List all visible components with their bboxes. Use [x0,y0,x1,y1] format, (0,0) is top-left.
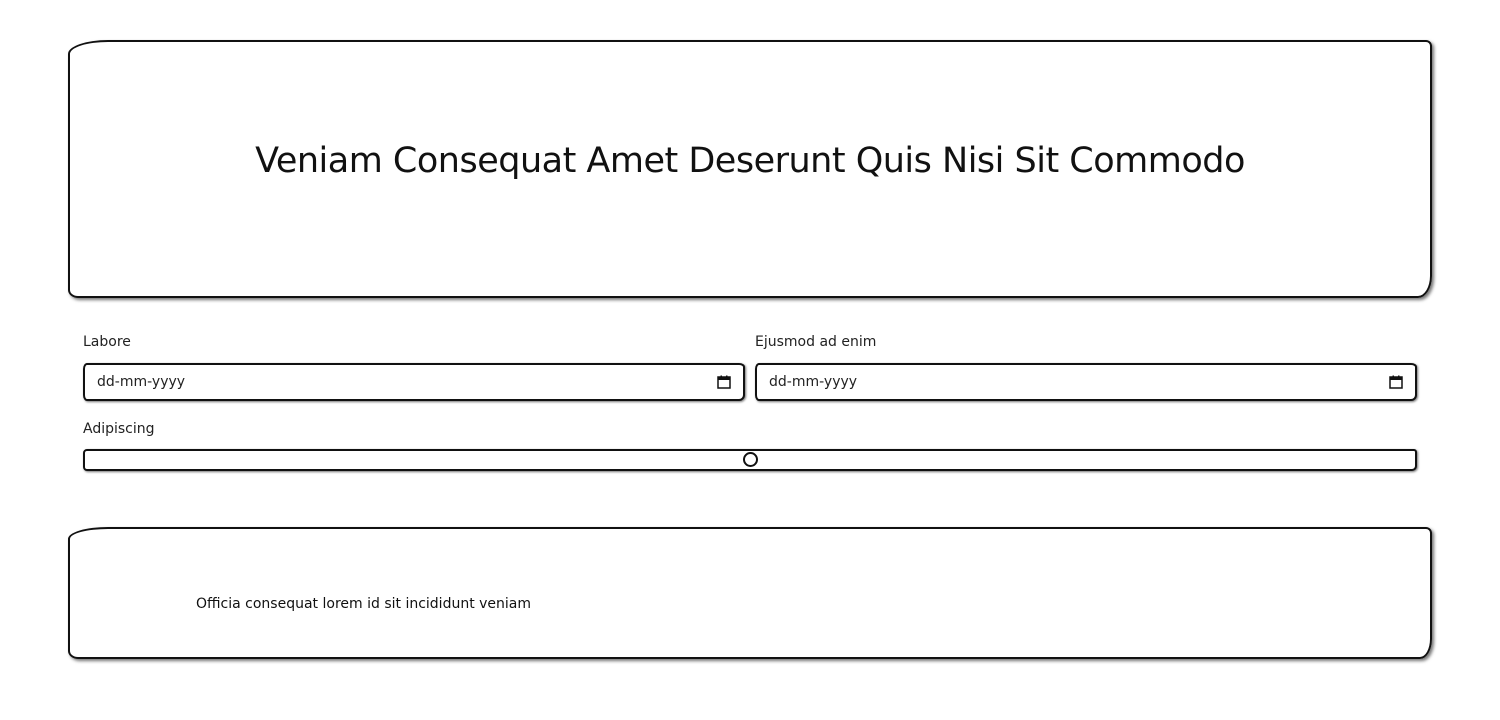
labore-date-input[interactable]: dd-mm-yyyy [83,363,745,401]
calendar-icon[interactable] [717,375,731,389]
note-card: Officia consequat lorem id sit incididun… [68,527,1432,659]
ejusmod-date-placeholder: dd-mm-yyyy [769,374,858,390]
page: Veniam Consequat Amet Deserunt Quis Nisi… [0,0,1500,720]
note-text: Officia consequat lorem id sit incididun… [196,596,532,612]
adipiscing-label: Adipiscing [83,421,155,437]
labore-date-placeholder: dd-mm-yyyy [97,374,186,390]
ejusmod-date-input[interactable]: dd-mm-yyyy [755,363,1417,401]
range-thumb[interactable] [743,452,758,467]
hero-card: Veniam Consequat Amet Deserunt Quis Nisi… [68,40,1432,298]
adipiscing-range-slider[interactable] [83,449,1417,471]
labore-label: Labore [83,334,131,350]
ejusmod-label: Ejusmod ad enim [755,334,877,350]
calendar-icon[interactable] [1389,375,1403,389]
hero-title: Veniam Consequat Amet Deserunt Quis Nisi… [255,141,1245,181]
